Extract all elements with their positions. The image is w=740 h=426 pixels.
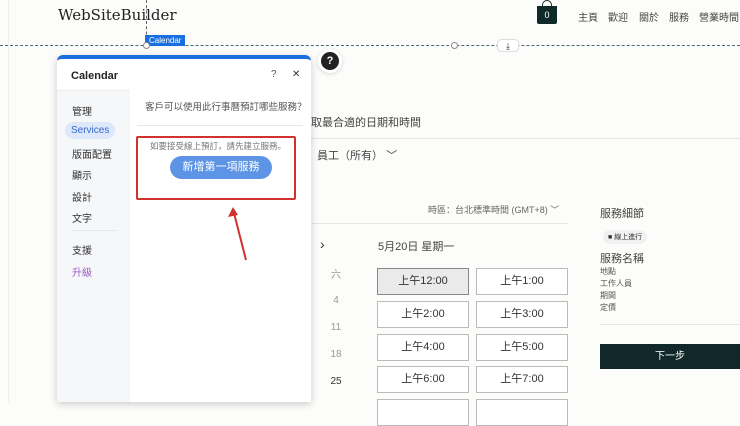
- time-slot[interactable]: 上午4:00: [377, 334, 469, 361]
- nav-welcome[interactable]: 歡迎: [608, 9, 628, 24]
- menu-display[interactable]: 顯示: [72, 167, 92, 182]
- menu-layout[interactable]: 版面配置: [72, 146, 112, 161]
- nav-home[interactable]: 主頁: [578, 9, 598, 24]
- divider: [312, 223, 568, 224]
- detail-duration: 期間: [600, 291, 616, 300]
- panel-title: Calendar: [71, 70, 119, 82]
- timezone-label: 時區：台北標準時間 (GMT+8): [428, 205, 548, 215]
- element-tag[interactable]: Calendar: [145, 35, 186, 46]
- header-boundary[interactable]: [0, 45, 740, 46]
- divider: [72, 230, 117, 231]
- next-month-icon[interactable]: ›: [320, 236, 325, 252]
- download-icon[interactable]: ⤓: [497, 39, 519, 52]
- nav-hours[interactable]: 營業時間: [699, 9, 739, 24]
- divider: [600, 324, 740, 325]
- weekday-label: 六: [331, 270, 341, 281]
- calendar-settings-panel: Calendar ? ✕ 管理 Services 版面配置 顯示 設計 文字 支…: [57, 55, 311, 402]
- menu-design[interactable]: 設計: [72, 189, 92, 204]
- chevron-down-icon: ﹀: [386, 150, 398, 162]
- timezone-select[interactable]: 時區：台北標準時間 (GMT+8) ﹀: [428, 203, 559, 216]
- panel-sidebar: 管理 Services 版面配置 顯示 設計 文字 支援 升級: [57, 90, 130, 402]
- calendar-day[interactable]: 11: [330, 322, 342, 333]
- nav-services[interactable]: 服務: [669, 9, 689, 24]
- calendar-day[interactable]: 4: [330, 295, 342, 306]
- time-slot[interactable]: 上午7:00: [476, 366, 568, 393]
- arrow-annotation: [228, 207, 247, 261]
- online-badge: ■ 線上進行: [603, 230, 648, 244]
- detail-location: 地點: [600, 267, 616, 276]
- next-button[interactable]: 下一步: [600, 344, 740, 369]
- calendar-day[interactable]: 18: [330, 349, 342, 360]
- details-title: 服務細節: [600, 208, 644, 220]
- menu-upgrade[interactable]: 升級: [72, 264, 92, 279]
- detail-price: 定價: [600, 303, 616, 312]
- time-slot[interactable]: 上午6:00: [377, 366, 469, 393]
- time-slot[interactable]: [377, 399, 469, 426]
- cart-icon[interactable]: 0: [537, 0, 557, 24]
- resize-handle[interactable]: [451, 42, 458, 49]
- divider: [300, 138, 740, 139]
- staff-filter[interactable]: 員工（所有） ﹀: [317, 147, 397, 163]
- resize-handle[interactable]: [143, 42, 150, 49]
- page-edge: [8, 0, 9, 402]
- highlight-annotation: [136, 136, 296, 200]
- chevron-down-icon: ﹀: [550, 205, 560, 215]
- calendar-day[interactable]: 25: [330, 376, 342, 387]
- nav-about[interactable]: 關於: [639, 9, 659, 24]
- menu-support[interactable]: 支援: [72, 242, 92, 257]
- online-label: 線上進行: [614, 234, 643, 241]
- selected-date: 5月20日 星期一: [378, 241, 455, 253]
- menu-manage[interactable]: 管理: [72, 103, 92, 118]
- video-icon: ■: [608, 234, 613, 241]
- time-slot[interactable]: 上午12:00: [377, 268, 469, 295]
- details-list: 地點 工作人員 期間 定價: [600, 266, 632, 314]
- time-slot[interactable]: 上午5:00: [476, 334, 568, 361]
- site-logo[interactable]: WebSiteBuilder: [58, 6, 177, 24]
- detail-staff: 工作人員: [600, 279, 632, 288]
- time-slot[interactable]: 上午3:00: [476, 301, 568, 328]
- services-question: 客戶可以使用此行事曆預訂哪些服務？: [145, 102, 307, 113]
- staff-filter-label: 員工（所有）: [317, 150, 383, 162]
- service-name: 服務名稱: [600, 253, 644, 265]
- booking-heading: 選取最合適的日期和時間: [300, 117, 421, 129]
- menu-services[interactable]: Services: [65, 122, 116, 139]
- time-slot[interactable]: [476, 399, 568, 426]
- help-icon[interactable]: ?: [321, 52, 339, 70]
- time-slot[interactable]: 上午1:00: [476, 268, 568, 295]
- close-icon[interactable]: ✕: [292, 69, 300, 80]
- divider: [137, 125, 303, 126]
- menu-text[interactable]: 文字: [72, 210, 92, 225]
- panel-help-icon[interactable]: ?: [271, 69, 277, 80]
- time-slot[interactable]: 上午2:00: [377, 301, 469, 328]
